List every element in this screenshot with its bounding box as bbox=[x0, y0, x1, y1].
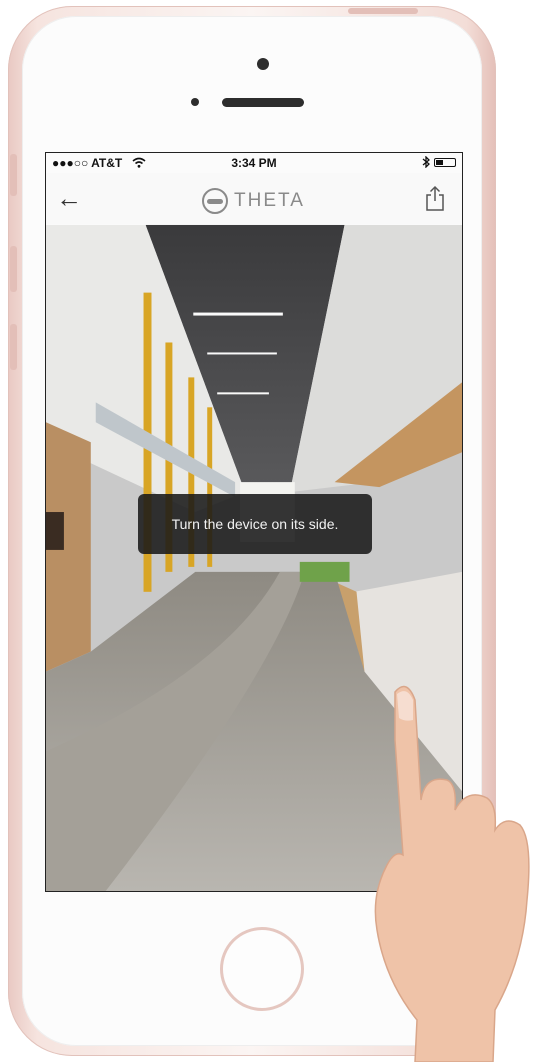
battery-icon bbox=[434, 157, 456, 167]
earpiece-speaker bbox=[222, 98, 304, 107]
proximity-sensor bbox=[191, 98, 199, 106]
volume-down-button bbox=[10, 324, 17, 370]
front-camera bbox=[257, 58, 269, 70]
status-bar: ●●●○○ AT&T 3:34 PM bbox=[46, 153, 462, 173]
toast-message: Turn the device on its side. bbox=[171, 516, 339, 532]
pointing-hand bbox=[374, 685, 530, 1062]
home-button[interactable] bbox=[220, 927, 304, 1011]
top-nav-bar: ← THETA bbox=[46, 173, 462, 225]
rotate-hint-toast: Turn the device on its side. bbox=[138, 494, 372, 554]
mute-switch bbox=[10, 154, 17, 196]
share-icon[interactable] bbox=[426, 185, 444, 211]
logo-text: THETA bbox=[234, 190, 305, 211]
power-button bbox=[348, 8, 418, 14]
theta-logo-icon bbox=[202, 188, 228, 214]
theta-logo: THETA bbox=[202, 188, 305, 214]
back-arrow-icon[interactable]: ← bbox=[56, 183, 82, 213]
clock: 3:34 PM bbox=[231, 156, 277, 170]
volume-up-button bbox=[10, 246, 17, 292]
bluetooth-icon bbox=[422, 156, 430, 168]
